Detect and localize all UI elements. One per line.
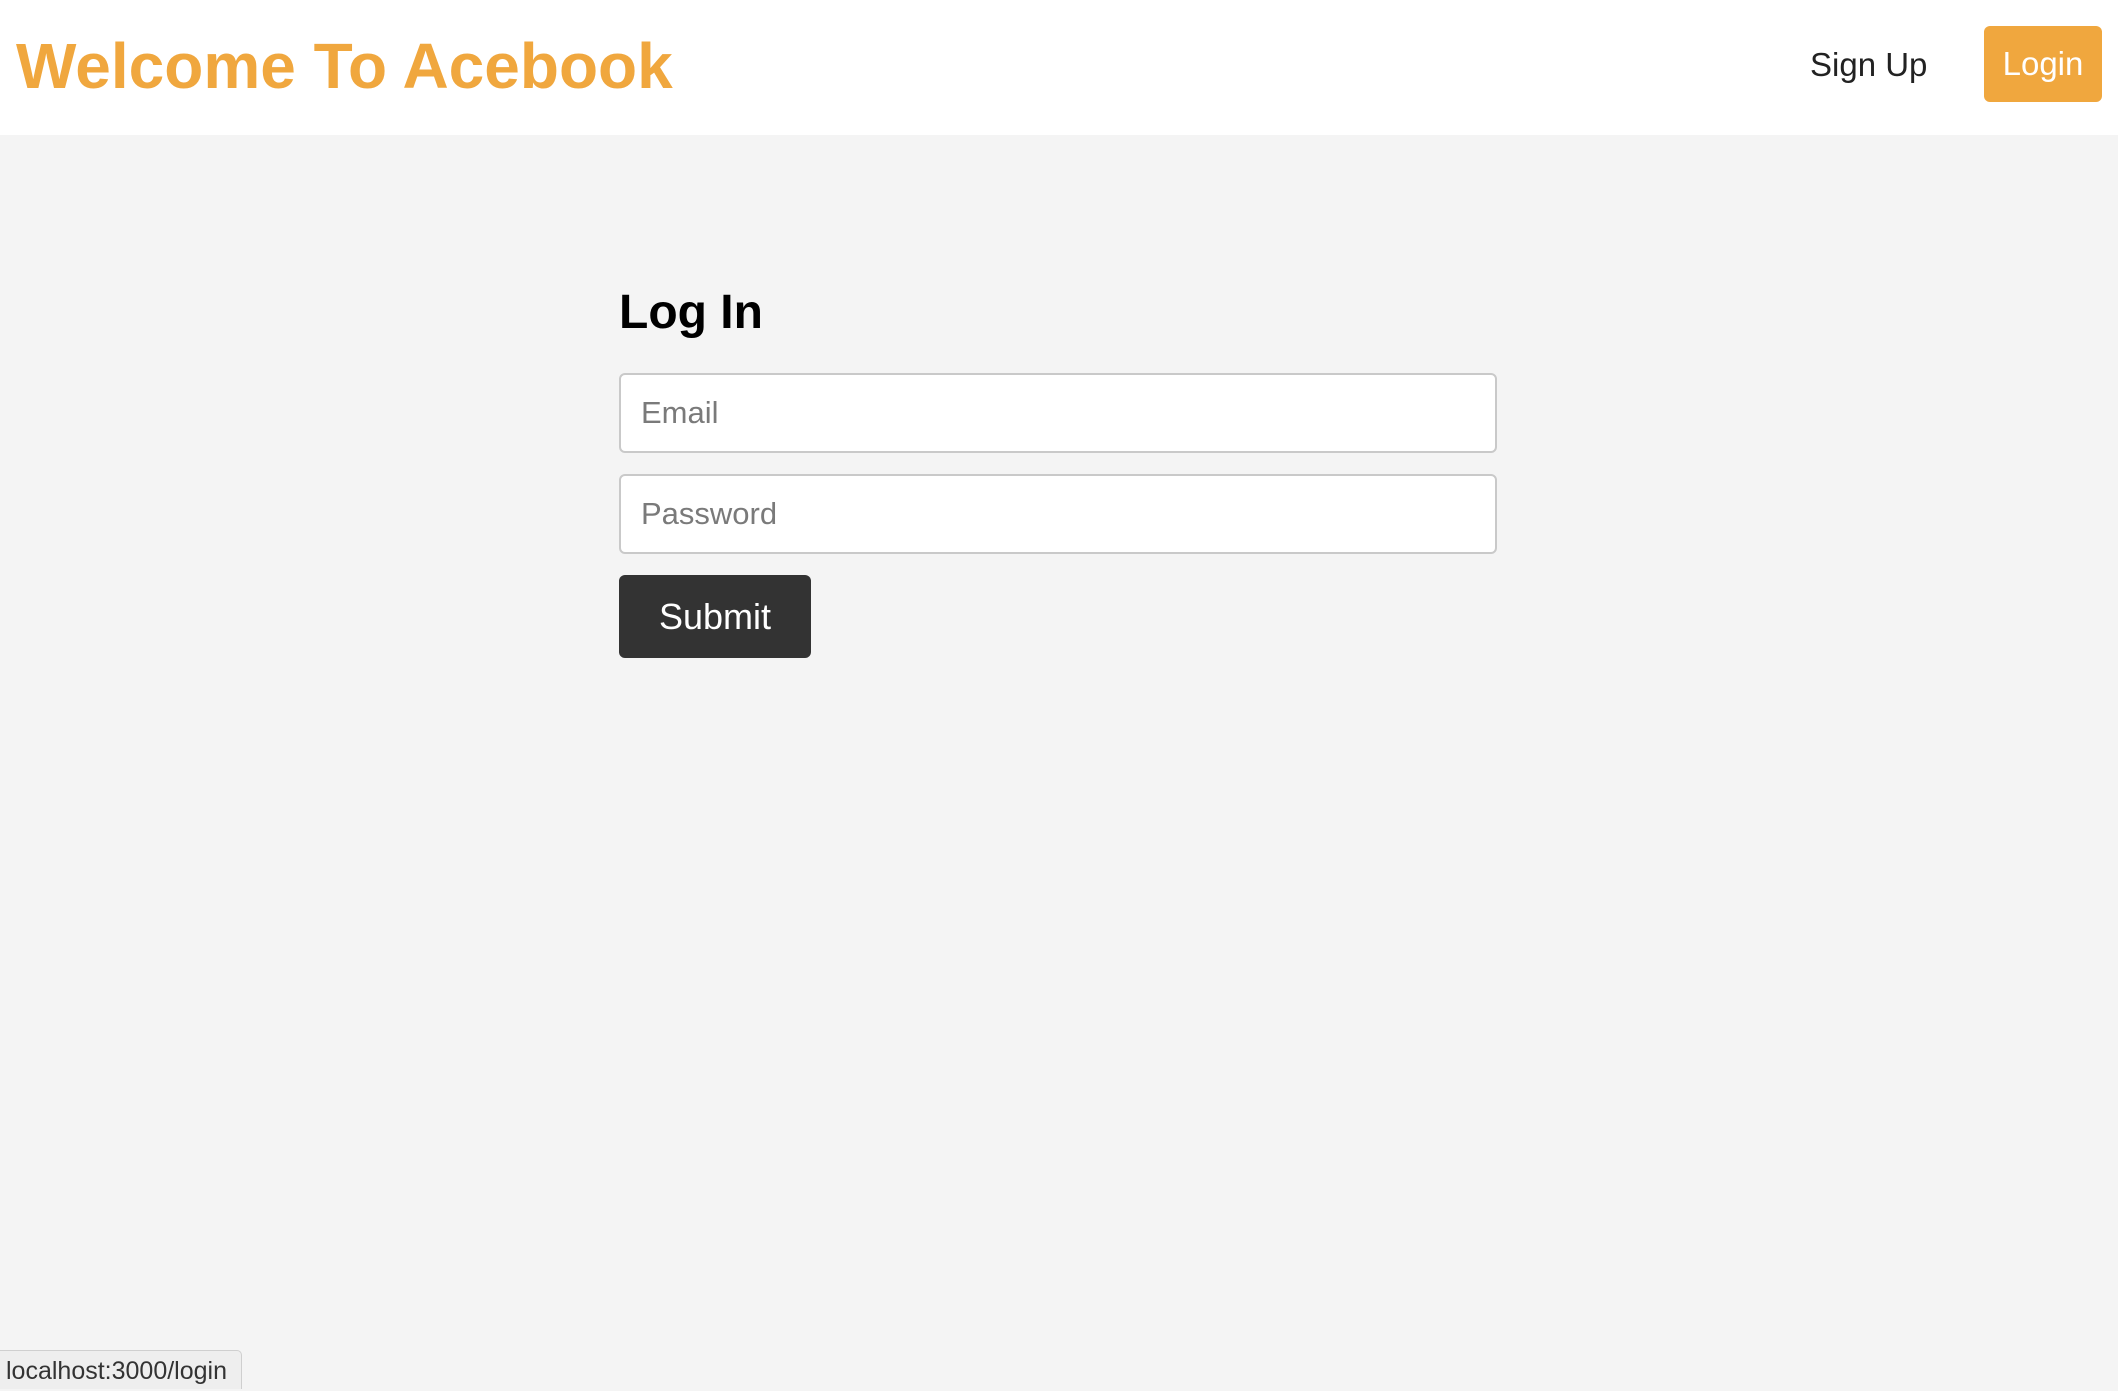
signup-link[interactable]: Sign Up — [1810, 40, 1927, 90]
email-input[interactable] — [619, 373, 1497, 453]
login-nav-button[interactable]: Login — [1984, 26, 2102, 102]
link-status-bar: localhost:3000/login — [0, 1350, 242, 1389]
password-input[interactable] — [619, 474, 1497, 554]
login-heading: Log In — [619, 286, 763, 339]
site-title[interactable]: Welcome To Acebook — [16, 22, 673, 110]
top-navbar: Welcome To Acebook Sign Up Login — [0, 0, 2118, 135]
submit-button[interactable]: Submit — [619, 575, 811, 658]
